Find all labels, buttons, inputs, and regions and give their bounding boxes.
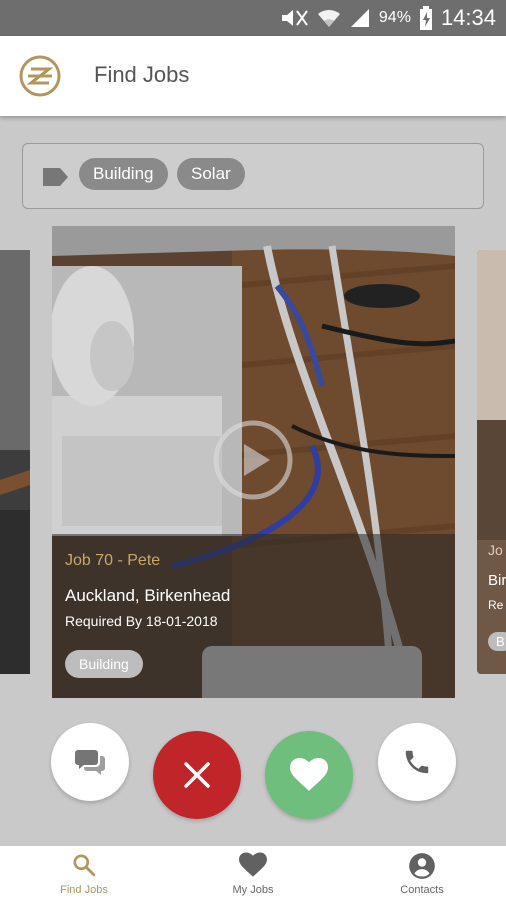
heart-icon [290,758,328,791]
job-location: Auckland, Birkenhead [65,586,231,605]
next-card-location: Bir [488,572,506,589]
status-time: 14:34 [440,5,496,30]
play-icon[interactable] [212,419,294,501]
job-title: Job 70 - Pete [65,552,161,569]
search-icon [73,854,96,877]
app-logo-icon[interactable] [18,54,62,98]
nav-my-jobs[interactable]: My Jobs [169,846,337,900]
nav-find-jobs[interactable]: Find Jobs [0,846,168,900]
like-button[interactable] [265,731,353,819]
filter-bar[interactable]: Building Solar [22,143,484,209]
job-card[interactable]: Job 70 - Pete Auckland, Birkenhead Requi… [52,226,455,698]
previous-job-card[interactable] [0,250,30,674]
nav-contacts[interactable]: Contacts [338,846,506,900]
signal-icon [350,9,369,27]
nav-label-my-jobs: My Jobs [232,884,274,896]
next-job-card[interactable]: Jo Bir Re B [477,250,506,674]
account-icon [409,853,435,879]
call-button[interactable] [378,723,456,801]
next-card-required: Re [488,598,504,612]
battery-percent: 94% [378,9,411,26]
phone-icon [405,750,429,774]
chat-button[interactable] [51,723,129,801]
page-title: Find Jobs [94,62,190,87]
tag-icon [43,168,68,186]
job-info-overlay: Job 70 - Pete Auckland, Birkenhead Requi… [52,534,455,698]
close-icon [184,762,210,788]
heart-icon [239,852,267,877]
mute-icon [281,10,308,26]
wifi-icon [317,9,340,27]
bottom-nav: Find Jobs My Jobs Contacts [0,846,506,900]
filter-chip-solar[interactable]: Solar [177,158,245,190]
chat-icon [75,750,105,775]
job-category-chip: Building [65,650,143,678]
next-card-chip: B [488,632,506,651]
app-bar: Find Jobs [0,36,506,116]
nav-label-contacts: Contacts [400,884,444,896]
next-card-title: Jo [488,542,503,558]
status-bar: 94% 14:34 [0,0,506,36]
filter-chip-building[interactable]: Building [79,158,168,190]
nav-label-find-jobs: Find Jobs [60,884,108,896]
reject-button[interactable] [153,731,241,819]
battery-charging-icon [419,6,432,30]
job-required-by: Required By 18-01-2018 [65,613,218,629]
